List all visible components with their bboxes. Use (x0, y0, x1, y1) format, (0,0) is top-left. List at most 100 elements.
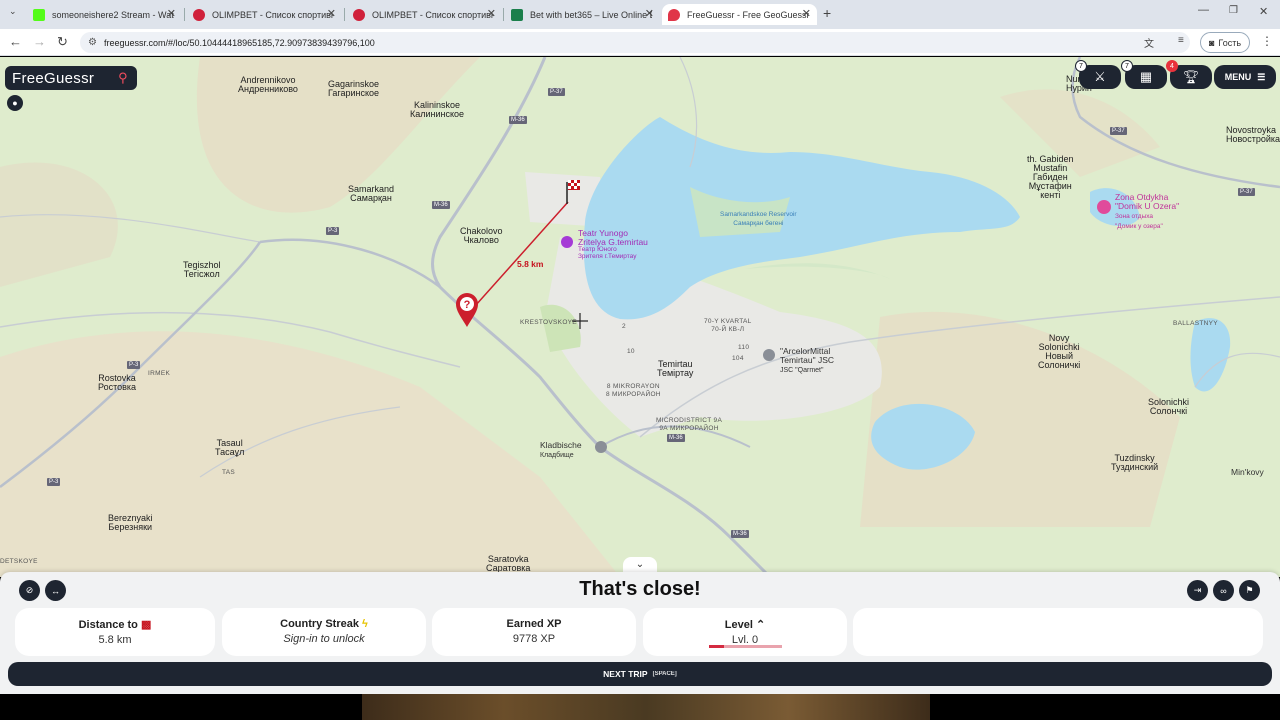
label-temirtau: Temirtau Теміртау (657, 359, 694, 378)
result-map[interactable]: ? 5.8 km Andrennikovo Андренниково Gagari… (0, 57, 1280, 577)
label-chakolovo: Chakolovo Чкалово (460, 226, 503, 245)
tab-5-active[interactable]: FreeGuessr - Free GeoGuessr A ✕ (662, 4, 817, 25)
label-mikro9: MICRODISTRICT 9A 9А МИКРОРАЙОН (656, 417, 723, 432)
collapse-panel-chevron-icon[interactable]: ⌄ (623, 557, 657, 573)
tab-title: OLIMPBET - Список спортивн (212, 9, 334, 20)
level-progress-bar (709, 645, 782, 648)
swords-icon: ⚔ (1094, 69, 1106, 84)
tab-title: FreeGuessr - Free GeoGuessr A (687, 9, 809, 20)
label-krestovskoye: KRESTOVSKOYE (520, 319, 577, 326)
distance-title: Distance to (78, 619, 138, 631)
label-kalininskoe: Kalininskoe Калининское (410, 100, 465, 119)
report-button[interactable]: ⚑ (1239, 580, 1260, 601)
road-shield: P-3 (127, 361, 141, 369)
exit-button[interactable]: ⇥ (1187, 580, 1208, 601)
resort-poi-icon (1097, 200, 1111, 214)
level-title: Level (724, 619, 753, 631)
account-icon[interactable]: ● (7, 95, 23, 111)
tab-list-icon[interactable]: ⌄ (9, 6, 17, 17)
tab-4[interactable]: Bet with bet365 – Live Online B ✕ (505, 4, 660, 25)
tab-title: Bet with bet365 – Live Online B (530, 9, 652, 20)
url-field[interactable]: ⚙ freeguessr.com/#/loc/50.10444418965185,… (80, 32, 1190, 53)
person-icon: ◙ (1208, 37, 1215, 48)
xp-title: Earned XP (506, 618, 562, 630)
bet365-favicon-icon (511, 8, 523, 21)
label-detskoye: DETSKOYE (0, 558, 38, 565)
close-tab-icon[interactable]: ✕ (487, 7, 496, 20)
label-saratovka: Saratovka Саратовка (486, 554, 531, 573)
label-zona: Zona Otdykha "Domik U Ozera" Зона отдыха "Д… (1115, 192, 1180, 231)
factory-poi-icon (763, 349, 775, 361)
close-tab-icon[interactable]: ✕ (327, 7, 336, 20)
label-tuzdinsky: Tuzdinsky Туздинский (1111, 453, 1159, 472)
country-streak-stat: Country Streak ϟ Sign-in to unlock (222, 608, 426, 656)
reload-icon[interactable]: ↻ (57, 34, 68, 50)
profile-button[interactable]: ◙ Гость (1200, 32, 1250, 53)
next-trip-button[interactable]: NEXT TRIP [SPACE] (8, 662, 1272, 686)
minimize-icon[interactable]: — (1198, 4, 1209, 16)
road-shield: P-37 (1110, 127, 1127, 135)
close-tab-icon[interactable]: ✕ (645, 7, 654, 20)
new-tab-icon[interactable]: + (823, 5, 831, 21)
url-text: freeguessr.com/#/loc/50.10444418965185,7… (104, 37, 375, 48)
distance-stat: Distance to ▩ 5.8 km (15, 608, 215, 656)
road-shield: P-3 (47, 478, 61, 486)
site-info-icon[interactable]: ⚙ (88, 37, 97, 48)
road-shield: M-36 (432, 201, 450, 209)
label-mikro8: 8 MIKRORAYON 8 МИКРОРАЙОН (606, 383, 661, 398)
tab-2[interactable]: OLIMPBET - Список спортивн ✕ (187, 4, 342, 25)
hamburger-icon: ☰ (1257, 71, 1266, 82)
road-shield: M-36 (667, 434, 685, 442)
profile-label: Гость (1218, 37, 1242, 48)
label-teatr: Teatr Yunogo Zritelya G.temirtau (578, 228, 648, 247)
back-icon[interactable]: ← (9, 34, 22, 49)
result-headline: That's close! (579, 578, 701, 600)
label-kvartal70: 70-Y KVARTAL 70-Й КВ-Л (704, 318, 752, 333)
logo-pin-icon: ⚲ (118, 70, 128, 85)
level-stat: Level ⌃ Lvl. 0 (643, 608, 847, 656)
kick-favicon-icon (33, 8, 45, 21)
freeguessr-logo[interactable]: FreeGuessr ⚲ (5, 66, 137, 90)
browser-tab-bar: ⌄ someoneishere2 Stream - Watc ✕ OLIMPBET… (0, 0, 1280, 29)
label-andrennikovo: Andrennikovo Андренниково (238, 75, 298, 94)
label-teatr-ru: Театр Юного Зрителя г.Темиртау (578, 246, 637, 260)
label-bereznyaki: Bereznyaki Березняки (108, 513, 153, 532)
share-link-button[interactable]: ∞ (1213, 580, 1234, 601)
restore-icon[interactable]: ❐ (1229, 5, 1238, 16)
streak-value[interactable]: Sign-in to unlock (222, 633, 426, 645)
label-novy-solonichki: Novy Solonichki Новый Солоничкі (1038, 333, 1081, 370)
label-tegiszhol: Tegiszhol Тегісжол (183, 260, 221, 279)
olimpbet-favicon-icon (353, 8, 365, 21)
road-shield: M-36 (509, 116, 527, 124)
level-up-icon: ⌃ (755, 619, 766, 631)
empty-stat-slot (853, 608, 1263, 656)
label-tas: TAS (222, 469, 236, 476)
earned-xp-stat: Earned XP 9778 XP (432, 608, 636, 656)
close-tab-icon[interactable]: ✕ (167, 7, 176, 20)
label-10: 10 (627, 348, 635, 355)
lightning-icon: ϟ (362, 618, 368, 630)
olimpbet-favicon-icon (193, 8, 205, 21)
label-rostovka: Rostovka Ростовка (98, 373, 137, 392)
tab-3[interactable]: OLIMPBET - Список спортивн ✕ (347, 4, 502, 25)
more-icon[interactable]: ⋮ (1261, 34, 1273, 48)
checkered-flag-icon: ▩ (140, 619, 152, 631)
close-tab-icon[interactable]: ✕ (802, 7, 811, 20)
tab-search-icon[interactable]: ≡ (1178, 35, 1184, 46)
translate-icon[interactable]: 文 (1144, 35, 1154, 50)
map-canvas: ? (0, 57, 1280, 577)
forward-icon[interactable]: → (33, 34, 46, 49)
distance-value: 5.8 km (98, 634, 132, 646)
label-kladbische: Kladbische Кладбище (540, 440, 582, 460)
party-count-badge: 7 (1121, 60, 1133, 72)
menu-button[interactable]: MENU ☰ (1214, 65, 1276, 89)
label-110: 110 (738, 344, 750, 351)
road-shield: M-36 (731, 530, 749, 538)
label-104: 104 (732, 355, 744, 362)
road-shield: P-37 (1238, 188, 1255, 196)
tab-1[interactable]: someoneishere2 Stream - Watc ✕ (27, 4, 182, 25)
close-window-icon[interactable]: ✕ (1259, 5, 1268, 18)
label-gagarinskoe: Gagarinskoe Гагаринское (328, 79, 380, 98)
level-progress-fill (709, 645, 724, 648)
road-shield: P-3 (326, 227, 340, 235)
